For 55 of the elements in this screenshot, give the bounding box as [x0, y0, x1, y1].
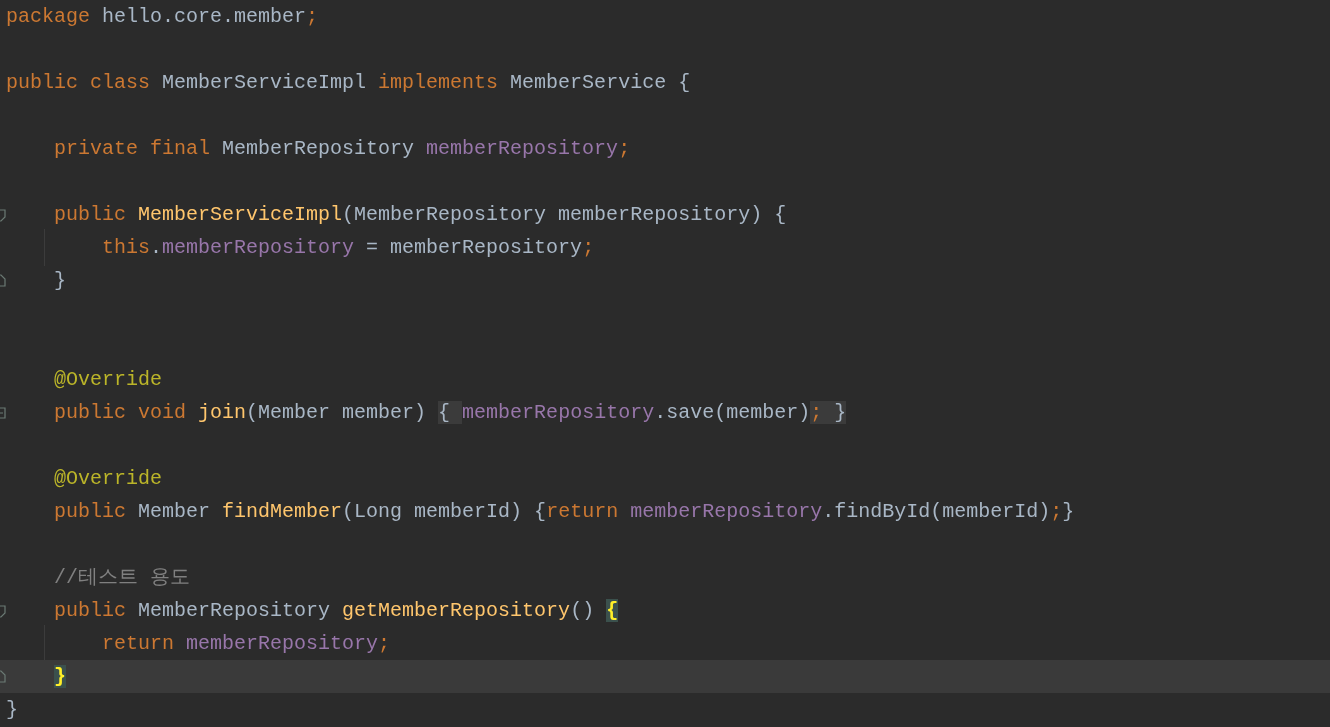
code-token: hello.core.member — [102, 5, 307, 28]
code-token: } — [1062, 500, 1075, 523]
keyword-token: public — [54, 500, 128, 523]
annotation-token: @Override — [54, 368, 163, 391]
code-token: MemberService { — [510, 71, 691, 94]
code-token: (MemberRepository memberRepository) { — [342, 203, 787, 226]
folded-brace: { — [438, 401, 463, 424]
fold-icon[interactable] — [0, 406, 6, 420]
folded-brace: } — [822, 401, 847, 424]
code-token: .save(member) — [654, 401, 811, 424]
code-token: MemberServiceImpl — [162, 71, 368, 94]
punctuation-token: ; — [618, 137, 631, 160]
method-token: MemberServiceImpl — [138, 203, 343, 226]
keyword-token: implements — [378, 71, 500, 94]
punctuation-token: ; — [1050, 500, 1063, 523]
punctuation-token: ; — [306, 5, 319, 28]
method-token: getMemberRepository — [342, 599, 571, 622]
field-token: memberRepository — [162, 236, 355, 259]
folded-semicolon: ; — [810, 401, 823, 424]
code-token: () — [570, 599, 596, 622]
code-token: MemberRepository — [222, 137, 416, 160]
annotation-token: @Override — [54, 467, 163, 490]
keyword-token: package — [6, 5, 91, 28]
fold-icon[interactable] — [0, 208, 6, 222]
keyword-token: public — [54, 599, 128, 622]
code-token: .findById(memberId) — [822, 500, 1051, 523]
punctuation-token: ; — [582, 236, 595, 259]
keyword-token: private final — [54, 137, 212, 160]
keyword-token: public — [54, 203, 128, 226]
keyword-token: public void — [54, 401, 188, 424]
code-token: . — [150, 236, 163, 259]
punctuation-token: ; — [378, 632, 391, 655]
field-token: memberRepository — [462, 401, 655, 424]
method-token: join — [198, 401, 247, 424]
code-token: } — [54, 269, 67, 292]
keyword-token: this — [102, 236, 151, 259]
code-token: Member — [138, 500, 212, 523]
matched-brace: } — [54, 665, 67, 688]
keyword-token: return — [102, 632, 176, 655]
code-token: = memberRepository — [365, 236, 583, 259]
code-token: MemberRepository — [138, 599, 332, 622]
method-token: findMember — [222, 500, 343, 523]
field-token: memberRepository — [630, 500, 823, 523]
field-token: memberRepository — [426, 137, 619, 160]
fold-icon[interactable] — [0, 670, 6, 684]
code-token: (Long memberId) { — [342, 500, 547, 523]
field-token: memberRepository — [186, 632, 379, 655]
fold-icon[interactable] — [0, 604, 6, 618]
code-token: (Member member) — [246, 401, 428, 424]
code-comment: //테스트 용도 — [54, 566, 191, 589]
keyword-token: public class — [6, 71, 152, 94]
code-token: } — [6, 698, 18, 721]
matched-brace: { — [606, 599, 619, 622]
keyword-token: return — [546, 500, 620, 523]
fold-icon[interactable] — [0, 274, 6, 288]
